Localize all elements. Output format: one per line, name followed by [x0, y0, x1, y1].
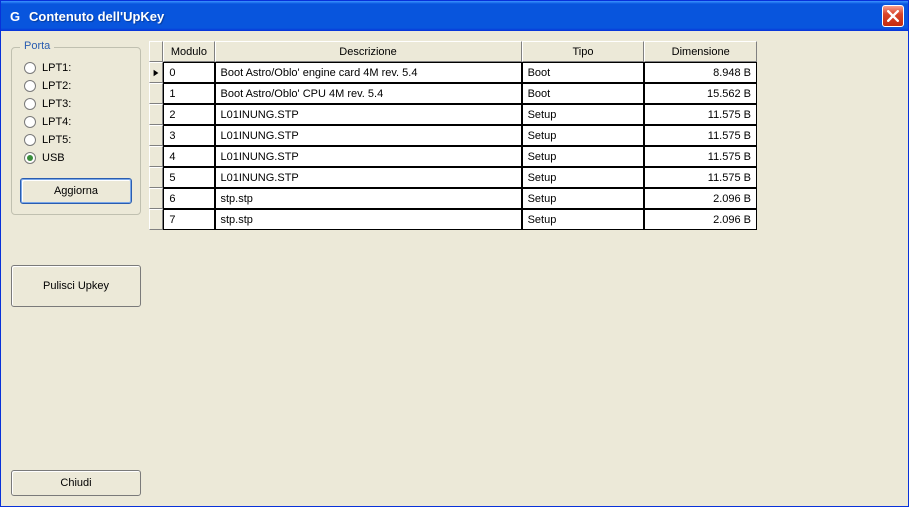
port-radio-lpt3[interactable]: LPT3: [24, 98, 132, 110]
close-window-button[interactable] [882, 5, 904, 27]
cell-modulo: 2 [163, 104, 214, 125]
cell-descrizione: L01INUNG.STP [215, 167, 522, 188]
cell-descrizione: stp.stp [215, 209, 522, 230]
port-label: LPT1: [42, 62, 71, 74]
port-label: USB [42, 152, 65, 164]
cell-descrizione: stp.stp [215, 188, 522, 209]
table-row[interactable]: 4L01INUNG.STPSetup11.575 B [149, 146, 757, 167]
cell-descrizione: L01INUNG.STP [215, 146, 522, 167]
cell-dimensione: 8.948 B [644, 62, 757, 83]
cell-modulo: 3 [163, 125, 214, 146]
cell-modulo: 1 [163, 83, 214, 104]
cell-tipo: Setup [522, 146, 645, 167]
radio-icon [24, 98, 36, 110]
cell-tipo: Setup [522, 167, 645, 188]
row-indicator [149, 125, 163, 146]
port-label: LPT3: [42, 98, 71, 110]
row-indicator [149, 83, 163, 104]
radio-icon [24, 134, 36, 146]
radio-icon [24, 116, 36, 128]
port-label: LPT4: [42, 116, 71, 128]
row-indicator [149, 167, 163, 188]
cell-dimensione: 11.575 B [644, 167, 757, 188]
radio-icon [24, 80, 36, 92]
row-indicator [149, 146, 163, 167]
cell-dimensione: 11.575 B [644, 125, 757, 146]
cell-dimensione: 2.096 B [644, 209, 757, 230]
radio-icon [24, 62, 36, 74]
cell-descrizione: Boot Astro/Oblo' CPU 4M rev. 5.4 [215, 83, 522, 104]
titlebar: G Contenuto dell'UpKey [1, 1, 908, 31]
table-row[interactable]: 0Boot Astro/Oblo' engine card 4M rev. 5.… [149, 62, 757, 83]
cell-tipo: Setup [522, 125, 645, 146]
row-indicator [149, 104, 163, 125]
table-row[interactable]: 5L01INUNG.STPSetup11.575 B [149, 167, 757, 188]
table-row[interactable]: 7stp.stpSetup2.096 B [149, 209, 757, 230]
cell-tipo: Setup [522, 209, 645, 230]
cell-dimensione: 11.575 B [644, 104, 757, 125]
radio-icon [24, 152, 36, 164]
cell-descrizione: L01INUNG.STP [215, 104, 522, 125]
column-header-descrizione[interactable]: Descrizione [215, 41, 522, 62]
cell-tipo: Setup [522, 104, 645, 125]
table-row[interactable]: 2L01INUNG.STPSetup11.575 B [149, 104, 757, 125]
close-button[interactable]: Chiudi [11, 470, 141, 496]
port-radio-lpt5[interactable]: LPT5: [24, 134, 132, 146]
row-indicator [149, 209, 163, 230]
row-indicator [149, 62, 163, 83]
table-area: Modulo Descrizione Tipo Dimensione 0Boot… [149, 41, 898, 496]
column-header-tipo[interactable]: Tipo [522, 41, 645, 62]
table-row[interactable]: 3L01INUNG.STPSetup11.575 B [149, 125, 757, 146]
cell-tipo: Boot [522, 83, 645, 104]
column-header-dimensione[interactable]: Dimensione [644, 41, 757, 62]
table-row[interactable]: 1Boot Astro/Oblo' CPU 4M rev. 5.4Boot15.… [149, 83, 757, 104]
cell-modulo: 5 [163, 167, 214, 188]
cell-tipo: Boot [522, 62, 645, 83]
cell-modulo: 0 [163, 62, 214, 83]
cell-descrizione: L01INUNG.STP [215, 125, 522, 146]
window-title: Contenuto dell'UpKey [29, 9, 882, 24]
sidebar: Porta LPT1: LPT2: LPT3: LPT4: LPT5: USB Aggio… [11, 41, 141, 496]
cell-modulo: 7 [163, 209, 214, 230]
column-header-modulo[interactable]: Modulo [163, 41, 214, 62]
port-label: LPT2: [42, 80, 71, 92]
port-radio-lpt4[interactable]: LPT4: [24, 116, 132, 128]
client-area: Porta LPT1: LPT2: LPT3: LPT4: LPT5: USB Aggio… [1, 31, 908, 506]
port-label: LPT5: [42, 134, 71, 146]
port-radio-lpt1[interactable]: LPT1: [24, 62, 132, 74]
cell-modulo: 6 [163, 188, 214, 209]
current-row-icon [152, 69, 160, 77]
cell-descrizione: Boot Astro/Oblo' engine card 4M rev. 5.4 [215, 62, 522, 83]
cell-tipo: Setup [522, 188, 645, 209]
table-row[interactable]: 6stp.stpSetup2.096 B [149, 188, 757, 209]
port-radio-lpt2[interactable]: LPT2: [24, 80, 132, 92]
row-header-corner [149, 41, 163, 62]
cell-dimensione: 11.575 B [644, 146, 757, 167]
cell-dimensione: 15.562 B [644, 83, 757, 104]
port-groupbox: Porta LPT1:LPT2:LPT3:LPT4:LPT5:USB Aggio… [11, 47, 141, 215]
port-group-label: Porta [20, 40, 54, 52]
cell-dimensione: 2.096 B [644, 188, 757, 209]
app-icon: G [7, 8, 23, 24]
close-icon [887, 10, 899, 22]
upkey-content-table: Modulo Descrizione Tipo Dimensione 0Boot… [149, 41, 757, 230]
port-radio-usb[interactable]: USB [24, 152, 132, 164]
refresh-button[interactable]: Aggiorna [20, 178, 132, 204]
row-indicator [149, 188, 163, 209]
clean-upkey-button[interactable]: Pulisci Upkey [11, 265, 141, 307]
cell-modulo: 4 [163, 146, 214, 167]
